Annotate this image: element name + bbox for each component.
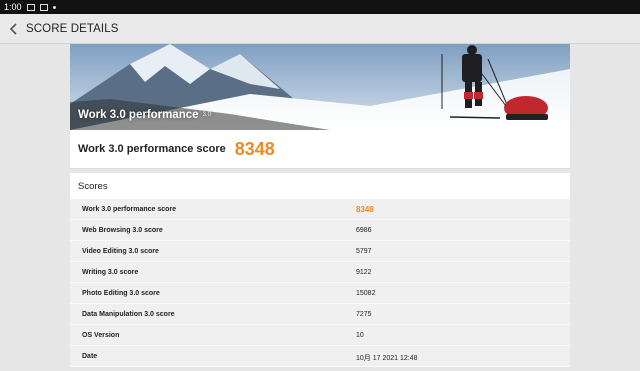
row-value: 9122 [356,269,372,276]
row-label: Data Manipulation 3.0 score [82,311,175,318]
back-button[interactable] [4,14,24,44]
overall-score-value: 8348 [234,138,275,159]
table-row: Data Manipulation 3.0 score 7275 [70,304,570,325]
table-row: OS Version 10 [70,325,570,346]
row-label: Work 3.0 performance score [82,206,177,213]
table-row: Web Browsing 3.0 score 6986 [70,220,570,241]
row-label: Web Browsing 3.0 score [82,227,163,234]
gallery-icon [39,3,48,11]
overall-score-label: Work 3.0 performance score [78,143,226,155]
hero-version: 3.0 [202,111,211,118]
chevron-left-icon [9,22,17,35]
row-label: Date [82,353,98,360]
table-row: Work 3.0 performance score 8348 [70,199,570,220]
scores-table: Work 3.0 performance score 8348 Web Brow… [70,199,570,367]
score-details-content: Work 3.0 performance 3.0 Work 3.0 perform… [70,44,570,371]
row-value: 15082 [356,290,376,297]
row-value: 10月 17 2021 12:48 [356,355,418,362]
scores-section-header: Scores [70,173,570,199]
row-label: OS Version [82,332,120,339]
hero-title-text: Work 3.0 performance [78,109,199,121]
overall-score-card: Work 3.0 performance score 8348 [70,130,570,169]
hero-banner: Work 3.0 performance 3.0 [70,44,570,130]
app-bar: SCORE DETAILS [0,14,640,44]
hero-title: Work 3.0 performance 3.0 [78,109,211,121]
row-label: Writing 3.0 score [82,269,139,276]
row-value: 5797 [356,248,372,255]
page-title: SCORE DETAILS [26,22,119,35]
table-row: Photo Editing 3.0 score 15082 [70,283,570,304]
row-label: Photo Editing 3.0 score [82,290,160,297]
status-bar: 1:00 [0,0,640,14]
status-time: 1:00 [4,2,22,12]
dot-icon [52,5,56,9]
table-row: Date 10月 17 2021 12:48 [70,346,570,367]
row-value: 6986 [356,227,372,234]
row-value: 7275 [356,311,372,318]
table-row: Video Editing 3.0 score 5797 [70,241,570,262]
table-row: Writing 3.0 score 9122 [70,262,570,283]
notification-icon [26,3,35,11]
row-value: 10 [356,332,364,339]
row-value: 8348 [356,205,374,214]
row-label: Video Editing 3.0 score [82,248,159,255]
